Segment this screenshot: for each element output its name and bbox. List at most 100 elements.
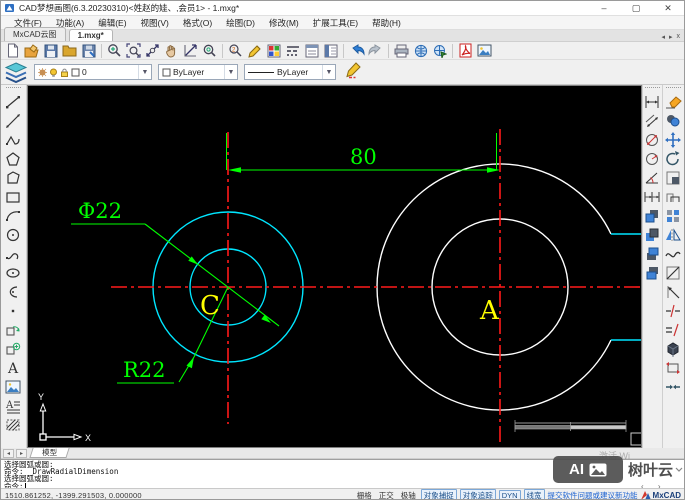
dim-diameter-icon[interactable]	[642, 130, 663, 149]
pan-hand-icon[interactable]	[163, 43, 180, 59]
save-icon[interactable]	[42, 43, 59, 59]
zoom-in-icon[interactable]	[106, 43, 123, 59]
draworder-back-icon[interactable]	[642, 225, 663, 244]
break-at-point-icon[interactable]	[663, 320, 684, 339]
toggle-otrack[interactable]: 对象追踪	[460, 489, 496, 500]
box-3d-icon[interactable]	[663, 339, 684, 358]
xline-icon[interactable]	[3, 111, 24, 130]
web-open-icon[interactable]	[431, 43, 448, 59]
layer-dropdown-arrow[interactable]: ▼	[138, 65, 151, 79]
toggle-osnap[interactable]: 对象捕捉	[421, 489, 457, 500]
ellipse-arc-icon[interactable]	[3, 282, 24, 301]
ellipse-icon[interactable]	[3, 263, 24, 282]
toggle-grid[interactable]: 栅格	[355, 490, 374, 500]
dim-80[interactable]: 80	[228, 145, 500, 173]
single-line-text-icon[interactable]: A	[3, 358, 24, 377]
insert-image-icon[interactable]	[3, 377, 24, 396]
move-icon[interactable]	[663, 130, 684, 149]
color-dropdown-arrow[interactable]: ▼	[224, 65, 237, 79]
tab-mxcad-cloud[interactable]: MxCAD云图	[4, 27, 66, 41]
draworder-above-icon[interactable]	[642, 244, 663, 263]
dim-diameter-22[interactable]: Φ22	[71, 199, 279, 326]
multiline-text-icon[interactable]: A	[3, 396, 24, 415]
draworder-below-icon[interactable]	[642, 263, 663, 282]
feedback-link[interactable]: 提交软件问题或建议新功能	[548, 490, 638, 500]
dim-radius-icon[interactable]	[642, 149, 663, 168]
array-icon[interactable]	[663, 206, 684, 225]
polyline-icon[interactable]	[3, 130, 24, 149]
rectangle-icon[interactable]	[3, 187, 24, 206]
menu-format[interactable]: 格式(O)	[176, 17, 219, 29]
pdf-export-icon[interactable]	[457, 43, 474, 59]
undo-icon[interactable]	[348, 43, 365, 59]
close-button[interactable]: ✕	[652, 1, 684, 15]
new-file-icon[interactable]	[4, 43, 21, 59]
circle-icon[interactable]	[3, 225, 24, 244]
dim-angular-icon[interactable]	[642, 168, 663, 187]
polygon-irregular-icon[interactable]	[3, 168, 24, 187]
menu-extensions[interactable]: 扩展工具(E)	[306, 17, 365, 29]
toolbar-grip[interactable]	[6, 87, 21, 90]
arc-icon[interactable]	[3, 206, 24, 225]
mxcad-brand[interactable]: MxCAD	[641, 491, 681, 500]
erase-icon[interactable]	[663, 92, 684, 111]
zoom-extents-icon[interactable]	[144, 43, 161, 59]
toggle-dyn[interactable]: DYN	[499, 490, 521, 500]
linetype-dropdown-arrow[interactable]: ▼	[322, 65, 335, 79]
color-select[interactable]: ByLayer ▼	[158, 64, 238, 80]
draw-pencil-icon[interactable]	[246, 43, 263, 59]
toolbar-grip[interactable]	[645, 87, 660, 90]
toggle-lineweight[interactable]: 线宽	[524, 489, 545, 500]
save-as-icon[interactable]	[80, 43, 97, 59]
linetype-select[interactable]: ByLayer ▼	[244, 64, 336, 80]
open-drawing-icon[interactable]	[23, 43, 40, 59]
hatch-icon[interactable]	[3, 415, 24, 434]
image-export-icon[interactable]	[476, 43, 493, 59]
maximize-button[interactable]: ▢	[620, 1, 652, 15]
align-icon[interactable]	[663, 358, 684, 377]
toggle-polar[interactable]: 极轴	[399, 490, 418, 500]
extend-icon[interactable]	[663, 282, 684, 301]
offset-icon[interactable]	[663, 187, 684, 206]
zoom-window-icon[interactable]	[125, 43, 142, 59]
mirror-icon[interactable]	[663, 225, 684, 244]
join-icon[interactable]	[663, 377, 684, 396]
polygon-icon[interactable]	[3, 149, 24, 168]
menu-view[interactable]: 视图(V)	[134, 17, 176, 29]
line-icon[interactable]	[3, 92, 24, 111]
menu-help[interactable]: 帮助(H)	[365, 17, 408, 29]
layers-icon[interactable]	[4, 62, 28, 83]
redo-icon[interactable]	[367, 43, 384, 59]
menu-modify[interactable]: 修改(M)	[262, 17, 306, 29]
open-folder-icon[interactable]	[61, 43, 78, 59]
properties-panel-icon[interactable]	[322, 43, 339, 59]
linetype-manager-icon[interactable]	[284, 43, 301, 59]
menu-draw[interactable]: 绘图(D)	[219, 17, 262, 29]
print-icon[interactable]	[393, 43, 410, 59]
layer-select[interactable]: 0 ▼	[34, 64, 152, 80]
tab-prev-icon[interactable]: ◂	[661, 33, 665, 41]
break-icon[interactable]	[663, 301, 684, 320]
rotate-icon[interactable]	[663, 149, 684, 168]
spline-icon[interactable]	[3, 244, 24, 263]
color-palette-icon[interactable]	[265, 43, 282, 59]
layer-panel-icon[interactable]	[303, 43, 320, 59]
layout-next-icon[interactable]: ▸	[16, 449, 27, 458]
dim-aligned-icon[interactable]	[642, 111, 663, 130]
web-publish-icon[interactable]	[412, 43, 429, 59]
point-icon[interactable]	[3, 301, 24, 320]
insert-block-icon[interactable]	[3, 320, 24, 339]
dim-continue-icon[interactable]	[642, 187, 663, 206]
tab-model[interactable]: 模型	[29, 448, 69, 458]
tab-next-icon[interactable]: ▸	[669, 33, 673, 41]
polyline-edit-icon[interactable]	[663, 244, 684, 263]
layout-prev-icon[interactable]: ◂	[3, 449, 14, 458]
drawing-canvas[interactable]: 80 Φ22 R22 C	[27, 85, 642, 448]
zoom-dynamic-icon[interactable]	[182, 43, 199, 59]
draworder-front-icon[interactable]	[642, 206, 663, 225]
copy-icon[interactable]	[663, 111, 684, 130]
tab-current-drawing[interactable]: 1.mxg*	[69, 29, 113, 41]
menu-edit[interactable]: 编辑(E)	[91, 17, 133, 29]
minimize-button[interactable]: –	[588, 1, 620, 15]
create-block-icon[interactable]	[3, 339, 24, 358]
